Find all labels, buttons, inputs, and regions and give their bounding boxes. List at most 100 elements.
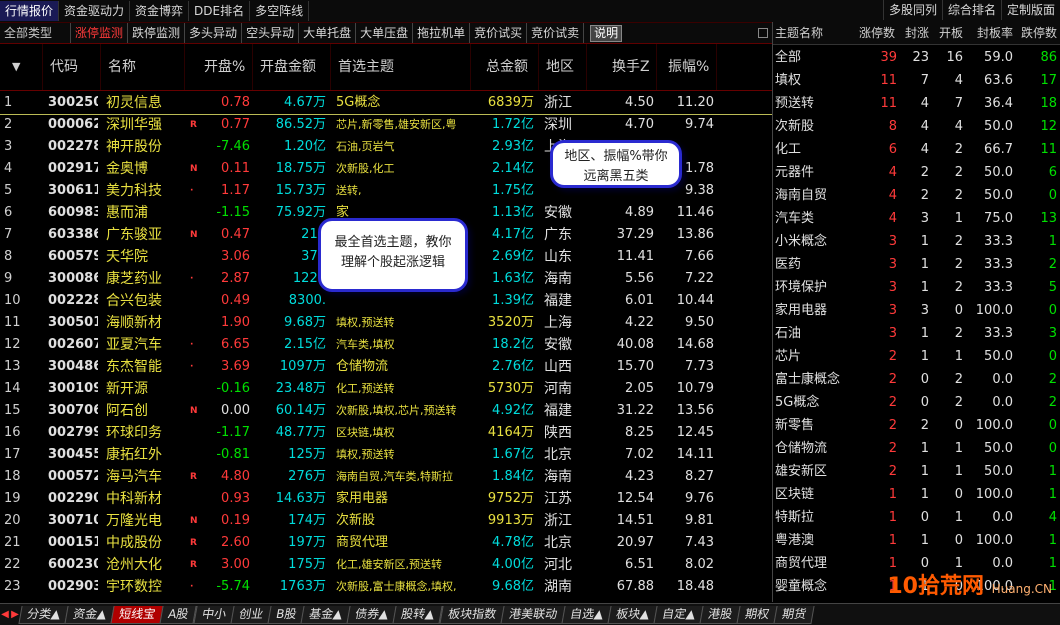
limit-down-count: 1 — [1048, 234, 1057, 249]
sort-arrow-icon[interactable]: ▼ — [12, 44, 32, 90]
bottom-tab[interactable]: B股 — [267, 605, 305, 624]
table-row[interactable]: 18 000572 海马汽车 R 4.80 276万 海南自贸,汽车类,特斯拉 1.84亿 海南… — [0, 466, 772, 488]
stock-name: 东杰智能 — [106, 359, 162, 375]
bottom-tab[interactable]: 期货 — [773, 605, 816, 624]
tab-big-buy[interactable]: 大单托盘 — [299, 23, 357, 43]
tab-dde-rank[interactable]: DDE排名 — [189, 1, 251, 21]
table-row[interactable]: 22 600230 沧州大化 R 3.00 175万 化工,雄安新区,预送转 4.00亿 河北 6… — [0, 554, 772, 576]
theme-row[interactable]: 全部 39 23 16 59.0 86 — [773, 46, 1060, 69]
panel-toggle-icon[interactable] — [758, 28, 768, 38]
table-row[interactable]: 11 300501 海顺新材 1.90 9.68万 填权,预送转 3520万 上海 4.22 9.… — [0, 312, 772, 334]
theme-row[interactable]: 富士康概念 2 0 2 0.0 2 — [773, 368, 1060, 391]
table-row[interactable]: 17 300455 康拓红外 -0.81 125万 填权,预送转 1.67亿 北京 7.02 14… — [0, 444, 772, 466]
theme-row[interactable]: 次新股 8 4 4 50.0 12 — [773, 115, 1060, 138]
table-row[interactable]: 1 300250 初灵信息 0.78 4.67万 5G概念 6839万 浙江 4.50 11.20 — [0, 92, 772, 115]
table-row[interactable]: 12 002607 亚夏汽车 · 6.65 2.15亿 汽车类,填权 18.2亿 安徽 40.08… — [0, 334, 772, 356]
bottom-tab[interactable]: 基金▲ — [300, 605, 351, 624]
tab-fund-drive[interactable]: 资金驱动力 — [59, 1, 131, 21]
theme-row[interactable]: 元器件 4 2 2 50.0 6 — [773, 161, 1060, 184]
col-amplitude[interactable]: 振幅% — [668, 44, 709, 90]
col-total-amt[interactable]: 总金额 — [486, 44, 528, 90]
tab-tractor-order[interactable]: 拖拉机单 — [413, 23, 471, 43]
tab-fund-game[interactable]: 资金博弈 — [130, 1, 190, 21]
theme-row[interactable]: 区块链 1 1 0 100.0 1 — [773, 483, 1060, 506]
bottom-tab[interactable]: 股转▲ — [392, 605, 444, 624]
tab-multi-stock[interactable]: 多股同列 — [882, 0, 942, 20]
theme-row[interactable]: 海南自贸 4 2 2 50.0 0 — [773, 184, 1060, 207]
theme-row[interactable]: 特斯拉 1 0 1 0.0 4 — [773, 506, 1060, 529]
amplitude: 13.56 — [676, 403, 714, 418]
table-row[interactable]: 15 300706 阿石创 N 0.00 60.14万 次新股,填权,芯片,预送转 4.92亿… — [0, 400, 772, 422]
tab-short-move[interactable]: 空头异动 — [242, 23, 300, 43]
first-theme: 海南自贸,汽车类,特斯拉 — [336, 470, 453, 483]
tab-composite-rank[interactable]: 综合排名 — [941, 0, 1001, 20]
theme-row[interactable]: 新零售 2 2 0 100.0 0 — [773, 414, 1060, 437]
theme-row[interactable]: 化工 6 4 2 66.7 11 — [773, 138, 1060, 161]
col-name[interactable]: 名称 — [108, 44, 136, 90]
bottom-tab[interactable]: 期权 — [736, 605, 779, 624]
table-row[interactable]: 21 000151 中成股份 R 2.60 197万 商贸代理 4.78亿 北京 20.97 7.4… — [0, 532, 772, 554]
col-area[interactable]: 地区 — [546, 44, 574, 90]
bottom-tab[interactable]: 短线宝 — [110, 605, 165, 624]
col-code[interactable]: 代码 — [50, 44, 78, 90]
bottom-tab[interactable]: 资金▲ — [64, 605, 116, 624]
table-row[interactable]: 23 002903 宇环数控 · -5.74 1763万 次新股,富士康概念,填权, 9.68… — [0, 576, 772, 598]
theme-row[interactable]: 家用电器 3 3 0 100.0 0 — [773, 299, 1060, 322]
theme-row[interactable]: 石油 3 1 2 33.3 3 — [773, 322, 1060, 345]
bottom-tab[interactable]: 中小 — [193, 605, 235, 624]
bottom-tab[interactable]: 港股 — [699, 605, 742, 624]
col-seal-rate[interactable]: 封板率 — [977, 22, 1013, 44]
col-opened[interactable]: 开板 — [939, 22, 963, 44]
col-limit-down-count[interactable]: 跌停数 — [1021, 22, 1057, 44]
theme-row[interactable]: 医药 3 1 2 33.3 2 — [773, 253, 1060, 276]
table-row[interactable]: 20 300710 万隆光电 N 0.19 174万 次新股 9913万 浙江 14.51 9.81 — [0, 510, 772, 532]
table-row[interactable]: 16 002799 环球印务 -1.17 48.77万 区块链,填权 4164万 陕西 8.25… — [0, 422, 772, 444]
table-row[interactable]: 2 000062 深圳华强 R 0.77 86.52万 芯片,新零售,雄安新区,粤 1.72亿… — [0, 114, 772, 136]
bottom-tab[interactable]: A股 — [159, 605, 198, 624]
theme-row[interactable]: 小米概念 3 1 2 33.3 1 — [773, 230, 1060, 253]
col-theme-name[interactable]: 主题名称 — [775, 22, 823, 44]
col-theme[interactable]: 首选主题 — [338, 44, 394, 90]
col-sealed[interactable]: 封涨 — [905, 22, 929, 44]
scroll-left-icon[interactable]: ◀ — [0, 606, 10, 623]
bottom-tab[interactable]: 板块指数 — [439, 605, 505, 624]
theme-row[interactable]: 填权 11 7 4 63.6 17 — [773, 69, 1060, 92]
col-limit-up-count[interactable]: 涨停数 — [859, 22, 895, 44]
total-amount: 1.75亿 — [492, 183, 534, 198]
table-row[interactable]: 13 300486 东杰智能 · 3.69 1097万 仓储物流 2.76亿 山西 15.70 7.… — [0, 356, 772, 378]
theme-row[interactable]: 预送转 11 4 7 36.4 18 — [773, 92, 1060, 115]
table-row[interactable]: 10 002228 合兴包装 0.49 8300. 1.39亿 福建 6.01 10.44 — [0, 290, 772, 312]
theme-row[interactable]: 芯片 2 1 1 50.0 0 — [773, 345, 1060, 368]
table-row[interactable]: 19 002290 中科新材 0.93 14.63万 家用电器 9752万 江苏 12.54 9.… — [0, 488, 772, 510]
table-row[interactable]: 14 300109 新开源 -0.16 23.48万 化工,预送转 5730万 河南 2.05 1… — [0, 378, 772, 400]
theme-row[interactable]: 汽车类 4 3 1 75.0 13 — [773, 207, 1060, 230]
tab-long-short[interactable]: 多空阵线 — [250, 1, 310, 21]
col-open-pct[interactable]: 开盘% — [204, 44, 245, 90]
bottom-tab[interactable]: 债券▲ — [346, 605, 398, 624]
theme-row[interactable]: 粤港澳 1 1 0 100.0 1 — [773, 529, 1060, 552]
theme-row[interactable]: 仓储物流 2 1 1 50.0 0 — [773, 437, 1060, 460]
theme-row[interactable]: 环境保护 3 1 2 33.3 5 — [773, 276, 1060, 299]
theme-row[interactable]: 5G概念 2 0 2 0.0 2 — [773, 391, 1060, 414]
type-filter-dropdown[interactable]: 全部类型 — [0, 23, 72, 43]
tab-long-move[interactable]: 多头异动 — [185, 23, 243, 43]
tab-bid-buy[interactable]: 竞价试买 — [470, 23, 528, 43]
tab-custom-layout[interactable]: 定制版面 — [1000, 0, 1060, 20]
tab-quote[interactable]: 行情报价 — [0, 1, 60, 21]
theme-row[interactable]: 雄安新区 2 1 1 50.0 1 — [773, 460, 1060, 483]
bottom-tab[interactable]: 自选▲ — [561, 605, 612, 624]
explain-button[interactable]: 说明 — [590, 24, 623, 42]
bottom-tab[interactable]: 板块▲ — [607, 605, 658, 624]
seal-rate: 75.0 — [984, 211, 1013, 226]
col-turnover[interactable]: 换手Z — [612, 44, 650, 90]
col-open-amt[interactable]: 开盘金额 — [260, 44, 316, 90]
tab-limit-down-monitor[interactable]: 跌停监测 — [128, 23, 186, 43]
bottom-tab[interactable]: 分类▲ — [18, 605, 69, 624]
bottom-tab[interactable]: 港美联动 — [500, 605, 566, 624]
bottom-tab[interactable]: 创业 — [230, 605, 272, 624]
tab-big-sell[interactable]: 大单压盘 — [356, 23, 414, 43]
tab-bid-sell[interactable]: 竞价试卖 — [527, 23, 585, 43]
tab-limit-up-monitor[interactable]: 涨停监测 — [71, 23, 129, 43]
total-amount: 4.00亿 — [492, 557, 534, 572]
bottom-tab[interactable]: 自定▲ — [653, 605, 704, 624]
